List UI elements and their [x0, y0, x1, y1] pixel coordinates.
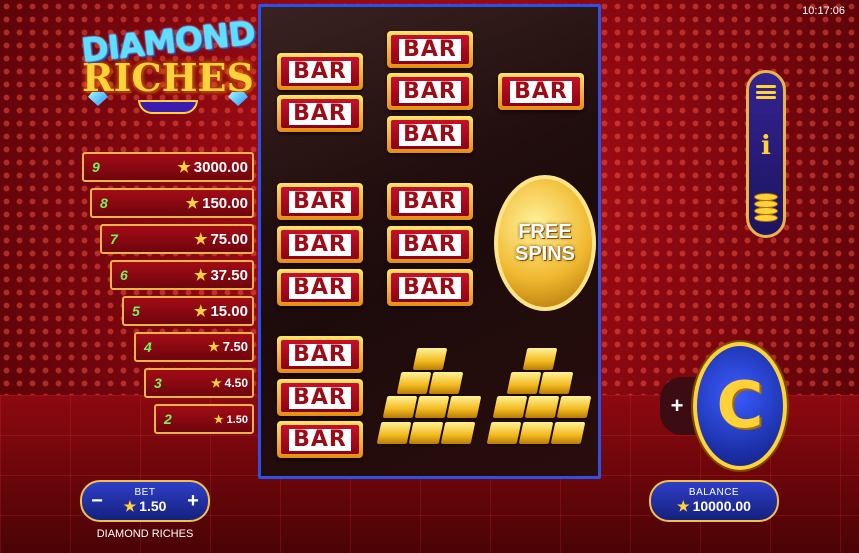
- paytable-row: 3 ★ 4.50: [144, 368, 254, 398]
- paytable-count: 8: [100, 195, 108, 211]
- star-icon: ★: [210, 376, 222, 390]
- paytable-row: 4 ★ 7.50: [134, 332, 254, 362]
- clock: 10:17:06: [802, 5, 845, 17]
- bet-value: 1.50: [139, 498, 167, 514]
- gold-bars-symbol: [376, 342, 483, 460]
- balance-label: BALANCE: [688, 487, 740, 498]
- diamond-icon: [228, 92, 248, 106]
- paytable-value: 1.50: [226, 413, 248, 426]
- paytable-count: 9: [92, 159, 100, 175]
- bar-symbol: BAR: [277, 95, 363, 132]
- bet-control: − BET ★ 1.50 +: [80, 480, 210, 522]
- game-logo: DIAMOND RICHES: [78, 13, 258, 142]
- paytable-row: 2 ★ 1.50: [154, 404, 254, 434]
- free-spins-line-2: SPINS: [514, 243, 576, 265]
- side-menu: i: [746, 70, 786, 238]
- star-icon: ★: [677, 498, 690, 514]
- paytable-value: 150.00: [202, 195, 248, 212]
- paytable-row: 9 ★ 3000.00: [82, 152, 254, 182]
- paytable-value: 15.00: [210, 303, 248, 320]
- coins-icon[interactable]: [754, 193, 778, 223]
- star-icon: ★: [185, 195, 200, 212]
- paytable-count: 5: [132, 303, 140, 319]
- paytable-value: 3000.00: [193, 159, 248, 176]
- paytable-row: 5 ★ 15.00: [122, 296, 254, 326]
- paytable-count: 7: [110, 231, 118, 247]
- paytable-count: 6: [120, 267, 128, 283]
- star-icon: ★: [123, 498, 137, 514]
- bar-symbol: BAR: [387, 73, 473, 110]
- paytable-row: 8 ★ 150.00: [90, 188, 254, 218]
- bar-symbol: BAR: [277, 269, 363, 306]
- free-spins-line-1: FREE: [518, 221, 572, 243]
- bar-symbol: BAR: [277, 53, 363, 90]
- diamond-icon: [88, 92, 108, 106]
- menu-icon[interactable]: [756, 85, 776, 99]
- paytable-value: 75.00: [210, 231, 248, 248]
- bar-symbol: BAR: [387, 116, 473, 153]
- star-icon: ★: [208, 339, 220, 354]
- paytable-value: 7.50: [222, 339, 248, 354]
- bet-increase-button[interactable]: +: [182, 486, 204, 516]
- info-icon[interactable]: i: [761, 133, 771, 159]
- reel-window: BAR BAR BAR BAR BAR BAR BAR BAR BAR BAR …: [258, 4, 601, 479]
- star-icon: ★: [194, 303, 208, 320]
- star-icon: ★: [194, 267, 208, 284]
- balance-value: 10000.00: [692, 498, 751, 514]
- balance-display: BALANCE ★ 10000.00: [649, 480, 779, 522]
- star-icon: ★: [177, 159, 191, 176]
- bar-symbol: BAR: [277, 421, 363, 458]
- bar-symbol: BAR: [277, 336, 363, 373]
- bet-decrease-button[interactable]: −: [86, 486, 108, 516]
- paytable-value: 37.50: [210, 267, 248, 284]
- paytable-row: 6 ★ 37.50: [110, 260, 254, 290]
- paytable-count: 2: [164, 411, 172, 427]
- paytable-row: 7 ★ 75.00: [100, 224, 254, 254]
- bar-symbol: BAR: [277, 379, 363, 416]
- free-spins-coin: FREE SPINS: [494, 175, 596, 311]
- bar-symbol: BAR: [387, 269, 473, 306]
- bar-symbol: BAR: [387, 31, 473, 68]
- star-icon: ★: [194, 231, 208, 248]
- spin-button[interactable]: C: [693, 342, 787, 470]
- game-name: DIAMOND RICHES: [96, 528, 194, 540]
- bar-symbol: BAR: [498, 73, 584, 110]
- paytable-count: 3: [154, 375, 162, 391]
- bar-symbol: BAR: [277, 226, 363, 263]
- star-icon: ★: [213, 413, 224, 426]
- bar-symbol: BAR: [387, 226, 473, 263]
- bar-symbol: BAR: [277, 183, 363, 220]
- paytable-value: 4.50: [224, 376, 248, 390]
- paytable-count: 4: [144, 339, 152, 355]
- logo-arch: [138, 100, 198, 114]
- gold-bars-symbol: [486, 342, 593, 460]
- bar-symbol: BAR: [387, 183, 473, 220]
- spin-icon: C: [716, 369, 764, 443]
